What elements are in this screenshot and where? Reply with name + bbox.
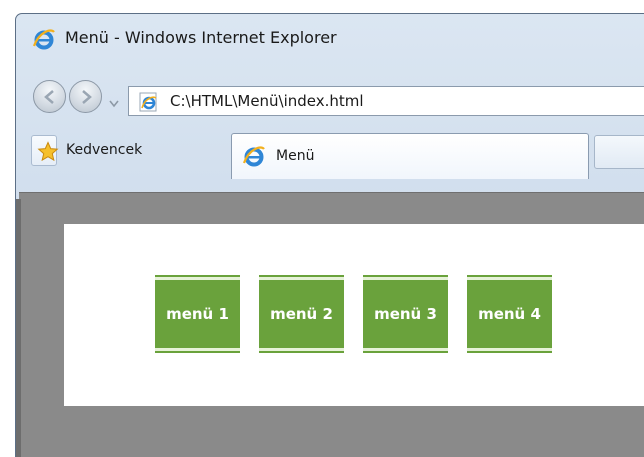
tab-menu[interactable]: Menü <box>231 133 589 179</box>
ie-icon <box>242 145 265 171</box>
menu-item-label: menü 1 <box>166 305 229 323</box>
favorites-label: Kedvencek <box>66 142 143 158</box>
ie-icon <box>32 28 55 54</box>
browser-window: Menü - Windows Internet Explorer C:\HTML… <box>15 13 644 457</box>
menu-row: menü 1 menü 2 menü 3 menü 4 <box>155 275 552 353</box>
star-icon <box>37 141 59 167</box>
menu-item-4[interactable]: menü 4 <box>467 275 552 353</box>
window-title: Menü - Windows Internet Explorer <box>65 28 337 47</box>
page-content: menü 1 menü 2 menü 3 menü 4 <box>64 224 644 406</box>
menu-item-label: menü 2 <box>270 305 333 323</box>
menu-item-1[interactable]: menü 1 <box>155 275 240 353</box>
address-bar[interactable]: C:\HTML\Menü\index.html <box>128 86 644 116</box>
navigation-bar: C:\HTML\Menü\index.html <box>16 64 644 116</box>
chevron-down-icon[interactable] <box>109 93 119 112</box>
forward-button[interactable] <box>69 80 102 113</box>
favorites-button[interactable]: Kedvencek <box>31 135 142 167</box>
menu-item-label: menü 4 <box>478 305 541 323</box>
back-arrow-icon <box>44 90 54 104</box>
address-text: C:\HTML\Menü\index.html <box>170 92 364 110</box>
menu-item-label: menü 3 <box>374 305 437 323</box>
tab-label: Menü <box>276 148 315 164</box>
menu-item-3[interactable]: menü 3 <box>363 275 448 353</box>
page-viewport: menü 1 menü 2 menü 3 menü 4 <box>19 192 644 457</box>
back-button[interactable] <box>33 80 66 113</box>
new-tab-button[interactable] <box>594 135 644 169</box>
menu-item-2[interactable]: menü 2 <box>259 275 344 353</box>
window-edge <box>16 199 21 457</box>
title-bar: Menü - Windows Internet Explorer <box>16 14 644 56</box>
ie-page-icon <box>139 92 159 116</box>
forward-arrow-icon <box>82 90 92 104</box>
favorites-bar: Kedvencek Menü <box>16 133 644 187</box>
